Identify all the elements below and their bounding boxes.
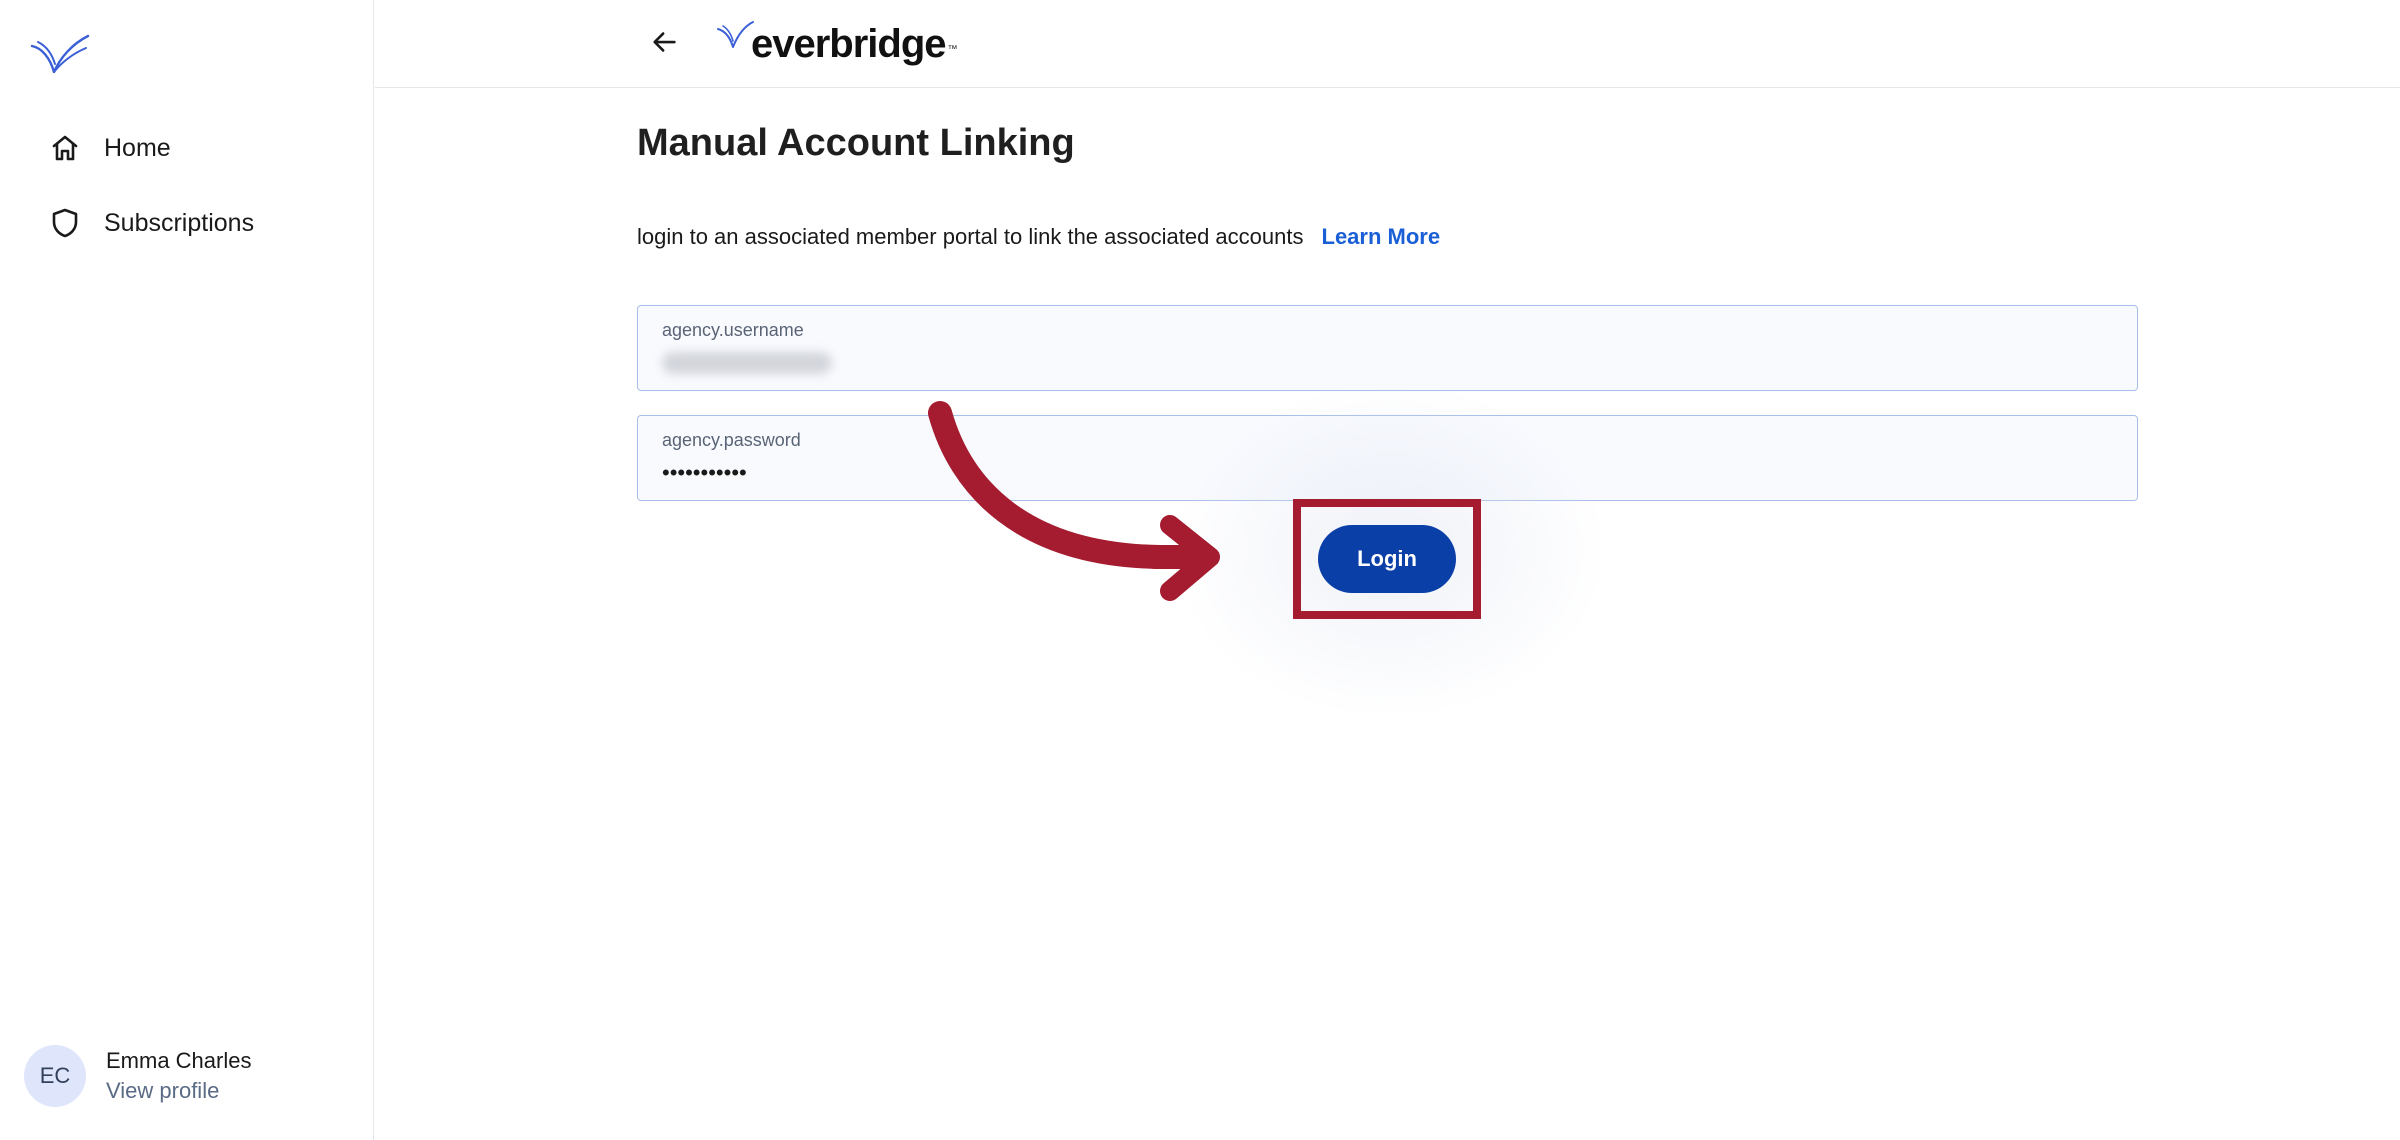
learn-more-link[interactable]: Learn More [1322, 224, 1441, 250]
shield-icon [46, 204, 84, 242]
brand-name: everbridge [751, 21, 947, 66]
password-value: ••••••••••• [662, 460, 747, 485]
user-profile[interactable]: EC Emma Charles View profile [24, 1045, 251, 1107]
profile-name: Emma Charles [106, 1048, 252, 1073]
sidebar-item-subscriptions[interactable]: Subscriptions [46, 195, 254, 251]
username-value-redacted [662, 352, 832, 374]
arrow-left-icon [650, 27, 680, 62]
sidebar: Home Subscriptions EC Emma Charles View … [0, 0, 374, 1140]
description-row: login to an associated member portal to … [637, 224, 1440, 250]
back-button[interactable] [643, 24, 687, 64]
profile-text: Emma Charles View profile [106, 1046, 251, 1106]
avatar[interactable]: EC [24, 1045, 86, 1107]
home-icon [46, 129, 84, 167]
view-profile-link[interactable]: View profile [106, 1076, 251, 1106]
username-label: agency.username [662, 320, 804, 340]
sidebar-item-label: Home [104, 133, 171, 162]
password-label: agency.password [662, 430, 801, 450]
top-header: everbridge ™ [375, 0, 2400, 88]
page-title: Manual Account Linking [637, 122, 1075, 164]
sidebar-item-home[interactable]: Home [46, 120, 171, 176]
login-button[interactable]: Login [1318, 525, 1456, 593]
everbridge-bird-icon [715, 17, 755, 57]
description-text: login to an associated member portal to … [637, 224, 1304, 249]
sidebar-item-label: Subscriptions [104, 208, 255, 237]
everbridge-logo[interactable]: everbridge ™ [715, 16, 958, 72]
username-field[interactable]: agency.username [637, 305, 2138, 391]
brand-trademark: ™ [947, 43, 958, 55]
everbridge-bird-icon[interactable] [28, 28, 92, 78]
